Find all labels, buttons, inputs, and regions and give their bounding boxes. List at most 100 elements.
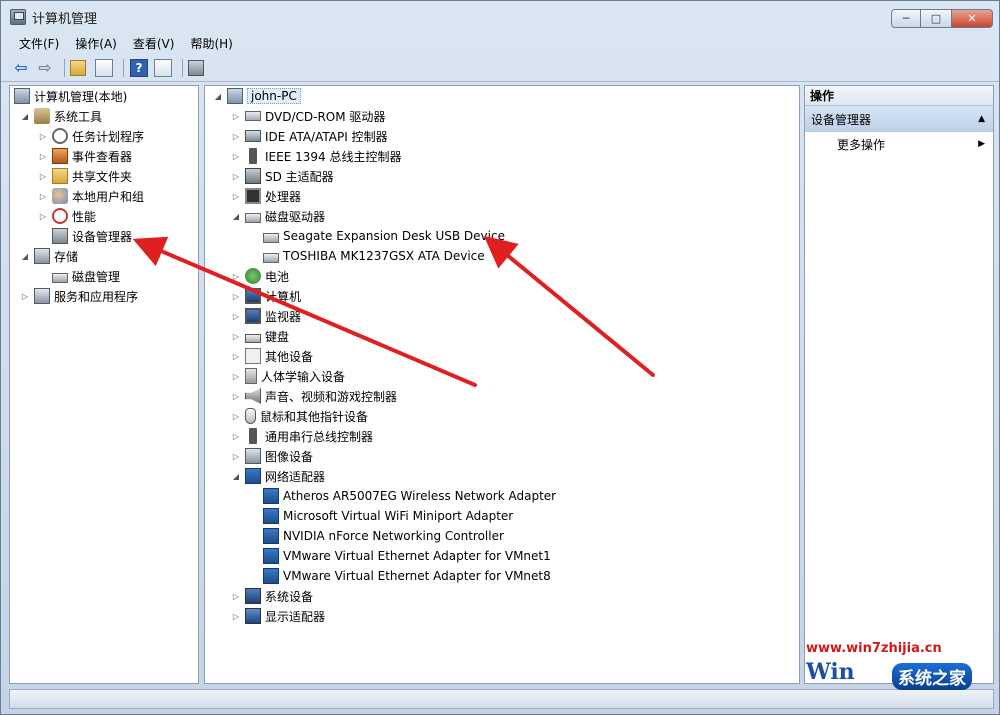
device-tree-item-monitors[interactable]: ▷ 监视器 <box>231 306 301 326</box>
device-tree-item-label: 图像设备 <box>265 449 314 464</box>
expand-icon[interactable]: ▷ <box>38 192 48 201</box>
back-button[interactable]: ⇦ <box>11 58 31 78</box>
expand-icon[interactable]: ▷ <box>231 172 241 181</box>
device-tree-item-system-devices[interactable]: ▷ 系统设备 <box>231 586 313 606</box>
show-hide-tree-button[interactable] <box>94 58 114 78</box>
device-tree-item-human-interface-devices[interactable]: ▷ 人体学输入设备 <box>231 366 345 386</box>
shared-folder-icon <box>52 168 68 184</box>
tree-item-shared-folders[interactable]: ▷ 共享文件夹 <box>38 166 132 186</box>
expand-icon[interactable]: ▷ <box>231 132 241 141</box>
minimize-button[interactable]: ─ <box>891 9 921 28</box>
network-adapter-icon <box>263 508 279 524</box>
expand-icon[interactable]: ▷ <box>231 152 241 161</box>
expand-icon[interactable]: ▷ <box>231 432 241 441</box>
device-tree-item-usb-controllers[interactable]: ▷ 通用串行总线控制器 <box>231 426 373 446</box>
collapse-triangle-icon[interactable]: ▲ <box>978 114 985 124</box>
expand-icon[interactable]: ▷ <box>38 132 48 141</box>
device-tree-item-label: TOSHIBA MK1237GSX ATA Device <box>283 249 485 263</box>
tree-item-label: 事件查看器 <box>72 149 133 164</box>
device-tree-item-nvidia-nforce-networking[interactable]: NVIDIA nForce Networking Controller <box>249 526 504 546</box>
tree-item-label: 性能 <box>72 209 97 224</box>
tree-item-root[interactable]: 计算机管理(本地) <box>14 86 127 106</box>
device-tree-item-computer[interactable]: ▷ 计算机 <box>231 286 301 306</box>
device-tree-root[interactable]: ◢ john-PC <box>213 86 301 106</box>
device-tree-item-imaging-devices[interactable]: ▷ 图像设备 <box>231 446 313 466</box>
tree-item-device-manager[interactable]: 设备管理器 <box>38 226 132 246</box>
expand-icon[interactable]: ▷ <box>231 412 241 421</box>
tree-item-storage[interactable]: ◢ 存储 <box>20 246 78 266</box>
menu-help[interactable]: 帮助(H) <box>182 35 240 52</box>
device-tree-item-vmware-vmnet1[interactable]: VMware Virtual Ethernet Adapter for VMne… <box>249 546 551 566</box>
device-tree-item-label: 人体学输入设备 <box>261 369 346 384</box>
collapse-icon[interactable]: ◢ <box>213 92 223 101</box>
collapse-icon[interactable]: ◢ <box>231 472 241 481</box>
scan-hardware-button[interactable] <box>188 58 208 78</box>
show-hide-action-icon <box>154 58 172 77</box>
collapse-icon[interactable]: ◢ <box>231 212 241 221</box>
more-actions-item[interactable]: 更多操作 ▶ <box>805 132 993 156</box>
forward-button[interactable]: ⇨ <box>35 58 55 78</box>
disk-drive-icon <box>263 232 279 243</box>
expand-icon[interactable]: ▷ <box>231 392 241 401</box>
menu-action[interactable]: 操作(A) <box>67 35 125 52</box>
tree-item-label: 磁盘管理 <box>72 269 121 284</box>
expand-icon[interactable]: ▷ <box>231 332 241 341</box>
collapse-icon[interactable]: ◢ <box>20 252 30 261</box>
actions-section-label: 设备管理器 <box>811 112 872 127</box>
device-tree-item-other-devices[interactable]: ▷ 其他设备 <box>231 346 313 366</box>
actions-section-device-manager[interactable]: 设备管理器 ▲ <box>805 106 993 132</box>
disk-drive-icon <box>263 252 279 263</box>
expand-icon[interactable]: ▷ <box>231 372 241 381</box>
device-tree-item-disk-drives[interactable]: ◢ 磁盘驱动器 <box>231 206 325 226</box>
device-tree-item-display-adapters[interactable]: ▷ 显示适配器 <box>231 606 325 626</box>
device-tree-item-batteries[interactable]: ▷ 电池 <box>231 266 289 286</box>
close-button[interactable]: ✕ <box>951 9 993 28</box>
device-tree-item-atheros-ar5007eg[interactable]: Atheros AR5007EG Wireless Network Adapte… <box>249 486 556 506</box>
device-tree-item-keyboards[interactable]: ▷ 键盘 <box>231 326 289 346</box>
tree-item-performance[interactable]: ▷ 性能 <box>38 206 96 226</box>
more-actions-label: 更多操作 <box>837 137 886 152</box>
expand-icon[interactable]: ▷ <box>231 292 241 301</box>
tree-item-label: 系统工具 <box>54 109 103 124</box>
expand-icon[interactable]: ▷ <box>231 352 241 361</box>
device-tree-item-dvd-cdrom-drives[interactable]: ▷ DVD/CD-ROM 驱动器 <box>231 106 386 126</box>
collapse-icon[interactable]: ◢ <box>20 112 30 121</box>
help-button[interactable]: ? <box>129 58 149 78</box>
device-tree-item-sound-video-game-controllers[interactable]: ▷ 声音、视频和游戏控制器 <box>231 386 397 406</box>
device-tree-item-toshiba-mk1237gsx-ata-device[interactable]: TOSHIBA MK1237GSX ATA Device <box>249 246 485 266</box>
up-one-level-button[interactable] <box>70 58 90 78</box>
device-tree-item-ieee1394-host-controllers[interactable]: ▷ IEEE 1394 总线主控制器 <box>231 146 401 166</box>
device-tree-item-mice-pointing-devices[interactable]: ▷ 鼠标和其他指针设备 <box>231 406 368 426</box>
expand-icon[interactable]: ▷ <box>38 212 48 221</box>
expand-icon[interactable]: ▷ <box>231 272 241 281</box>
ieee1394-icon <box>249 148 257 164</box>
tree-item-event-viewer[interactable]: ▷ 事件查看器 <box>38 146 132 166</box>
expand-icon[interactable]: ▷ <box>231 612 241 621</box>
tree-item-disk-management[interactable]: 磁盘管理 <box>38 266 120 286</box>
expand-icon[interactable]: ▷ <box>231 192 241 201</box>
device-tree-item-sd-host-adapters[interactable]: ▷ SD 主适配器 <box>231 166 334 186</box>
tree-item-system-tools[interactable]: ◢ 系统工具 <box>20 106 102 126</box>
menu-view[interactable]: 查看(V) <box>125 35 183 52</box>
expand-icon[interactable]: ▷ <box>231 112 241 121</box>
title-bar[interactable]: 计算机管理 ─ □ ✕ <box>1 1 999 33</box>
expand-icon[interactable]: ▷ <box>38 172 48 181</box>
tree-item-services-applications[interactable]: ▷ 服务和应用程序 <box>20 286 138 306</box>
menu-file[interactable]: 文件(F) <box>11 35 67 52</box>
expand-icon[interactable]: ▷ <box>38 152 48 161</box>
show-hide-action-pane-button[interactable] <box>153 58 173 78</box>
expand-icon[interactable]: ▷ <box>231 592 241 601</box>
device-tree-item-processors[interactable]: ▷ 处理器 <box>231 186 301 206</box>
expand-icon[interactable]: ▷ <box>231 312 241 321</box>
expand-icon[interactable]: ▷ <box>231 452 241 461</box>
maximize-button[interactable]: □ <box>921 9 951 28</box>
tree-item-task-scheduler[interactable]: ▷ 任务计划程序 <box>38 126 144 146</box>
expand-icon[interactable]: ▷ <box>20 292 30 301</box>
device-tree-item-microsoft-virtual-wifi-miniport[interactable]: Microsoft Virtual WiFi Miniport Adapter <box>249 506 513 526</box>
device-tree-item-ide-ata-atapi-controllers[interactable]: ▷ IDE ATA/ATAPI 控制器 <box>231 126 388 146</box>
device-tree-item-network-adapters[interactable]: ◢ 网络适配器 <box>231 466 325 486</box>
device-tree-item-seagate-expansion-desk-usb-device[interactable]: Seagate Expansion Desk USB Device <box>249 226 505 246</box>
tree-item-local-users-groups[interactable]: ▷ 本地用户和组 <box>38 186 144 206</box>
window-title: 计算机管理 <box>32 11 98 27</box>
device-tree-item-vmware-vmnet8[interactable]: VMware Virtual Ethernet Adapter for VMne… <box>249 566 551 586</box>
